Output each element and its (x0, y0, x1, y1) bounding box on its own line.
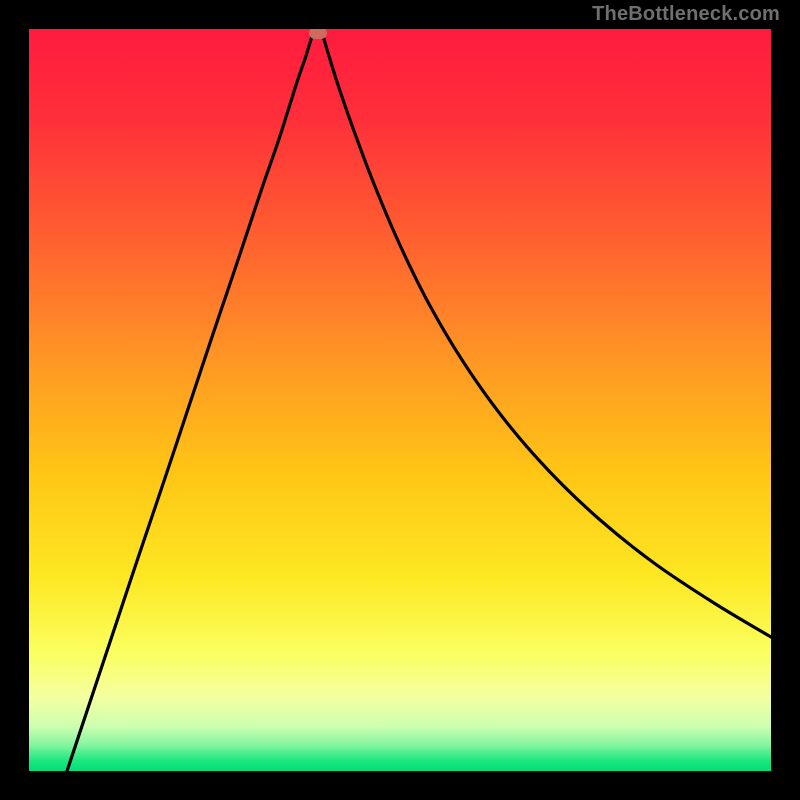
curve-right-branch (323, 36, 771, 637)
plot-area (29, 29, 771, 771)
watermark-text: TheBottleneck.com (592, 3, 780, 26)
curve-left-branch (67, 36, 312, 771)
bottleneck-curve (29, 29, 771, 771)
optimum-marker (309, 29, 327, 39)
chart-frame: TheBottleneck.com (0, 0, 800, 800)
